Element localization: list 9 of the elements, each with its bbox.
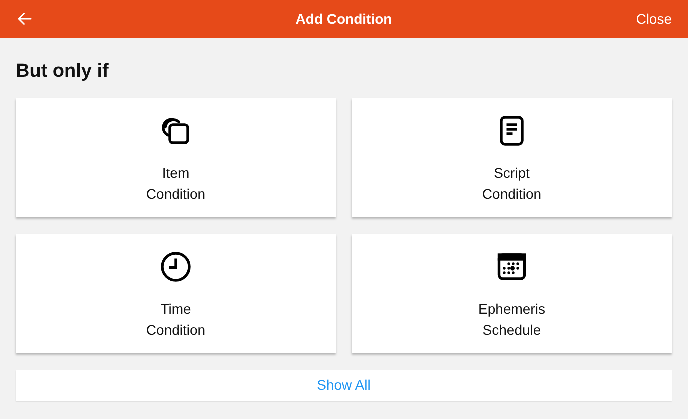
condition-card[interactable]: Item Condition — [16, 98, 336, 217]
condition-card[interactable]: Script Condition — [352, 98, 672, 217]
condition-card[interactable]: Time Condition — [16, 234, 336, 353]
close-button[interactable]: Close — [636, 8, 672, 30]
back-icon[interactable] — [16, 10, 34, 28]
section-heading: But only if — [16, 60, 109, 84]
clock-icon — [158, 249, 194, 285]
condition-card[interactable]: Ephemeris Schedule — [352, 234, 672, 353]
page-title: Add Condition — [296, 10, 392, 28]
